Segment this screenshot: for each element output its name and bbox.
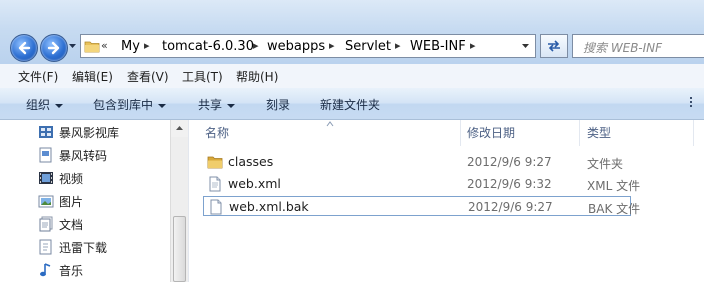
music-icon [40, 263, 51, 277]
breadcrumb-separator-icon[interactable]: ▸ [329, 39, 335, 52]
file-modified: 2012/9/6 9:27 [468, 200, 553, 214]
file-row-classes[interactable]: classes 2012/9/6 9:27 文件夹 [203, 152, 631, 172]
file-modified: 2012/9/6 9:32 [467, 177, 552, 191]
file-type: XML 文件 [587, 179, 641, 193]
arrow-right-icon [47, 41, 60, 55]
menu-edit[interactable]: 编辑(E) [72, 68, 113, 85]
menu-file[interactable]: 文件(F) [18, 68, 58, 85]
folder-icon [84, 41, 100, 53]
file-name: web.xml.bak [229, 199, 309, 214]
nav-item-label: 暴风转码 [59, 149, 108, 163]
breadcrumb-web-inf[interactable]: WEB-INF [410, 39, 466, 54]
nav-item-baofeng-library[interactable]: 暴风影视库 [38, 122, 178, 144]
refresh-button[interactable] [540, 34, 568, 58]
nav-item-label: 迅雷下载 [59, 241, 108, 255]
video-icon [39, 172, 53, 184]
column-divider[interactable] [693, 120, 694, 146]
column-divider[interactable] [579, 120, 580, 146]
file-list: 名称 修改日期 类型 classes 2012/9/6 9:27 文件夹 web… [195, 120, 704, 282]
file-row-web-xml-bak[interactable]: web.xml.bak 2012/9/6 9:27 BAK 文件 [203, 196, 640, 216]
chevron-down-icon [158, 103, 167, 108]
organize-button[interactable]: 组织 [26, 96, 64, 113]
nav-item-label: 视频 [59, 172, 84, 186]
nav-item-label: 图片 [59, 195, 84, 209]
forward-button[interactable] [40, 34, 68, 62]
chevron-down-icon [55, 103, 64, 108]
command-bar: 组织 包含到库中 共享 刻录 新建文件夹 [0, 88, 704, 120]
breadcrumb-separator-icon[interactable]: ▸ [144, 39, 150, 52]
menu-tools[interactable]: 工具(T) [182, 68, 223, 85]
pane-splitter[interactable] [188, 120, 195, 282]
breadcrumb-my[interactable]: My [121, 39, 140, 54]
burn-button[interactable]: 刻录 [266, 96, 290, 113]
column-header-modified[interactable]: 修改日期 [467, 124, 515, 141]
column-divider[interactable] [460, 120, 461, 146]
chevron-down-icon [227, 103, 236, 108]
nav-item-documents[interactable]: 文档 [38, 214, 178, 236]
file-name: classes [228, 154, 274, 169]
breadcrumb-separator-icon[interactable]: ▸ [470, 39, 476, 52]
breadcrumb-separator-icon[interactable]: ▸ [395, 39, 401, 52]
view-options-icon[interactable] [688, 96, 700, 108]
navigation-pane: 暴风影视库 暴风转码 视频 图片 文档 迅雷下载 音乐 [0, 120, 188, 282]
nav-item-label: 音乐 [59, 264, 84, 278]
refresh-icon [548, 40, 560, 52]
nav-item-label: 暴风影视库 [59, 126, 120, 140]
back-button[interactable] [10, 34, 38, 62]
nav-item-videos[interactable]: 视频 [38, 168, 178, 190]
document-icon [39, 147, 52, 163]
address-history-dropdown-icon[interactable] [521, 43, 530, 50]
breadcrumb-separator-icon[interactable]: ▸ [253, 39, 259, 52]
column-header-name[interactable]: 名称 [205, 124, 229, 141]
arrow-left-icon [18, 41, 31, 55]
breadcrumb-tomcat[interactable]: tomcat-6.0.30 [162, 39, 254, 54]
recent-pages-dropdown[interactable] [68, 42, 77, 50]
menu-help[interactable]: 帮助(H) [236, 68, 278, 85]
nav-item-label: 文档 [59, 218, 84, 232]
file-name: web.xml [228, 176, 281, 191]
file-type: BAK 文件 [588, 202, 641, 216]
scrollbar-thumb[interactable] [173, 216, 186, 282]
breadcrumb-webapps[interactable]: webapps [267, 39, 325, 54]
file-icon [210, 199, 222, 215]
folder-icon [207, 156, 223, 169]
scroll-up-button[interactable] [171, 120, 188, 137]
menu-bar: 文件(F) 编辑(E) 查看(V) 工具(T) 帮助(H) [0, 64, 704, 89]
chevron-up-icon [176, 126, 183, 130]
include-in-library-button[interactable]: 包含到库中 [93, 96, 167, 113]
search-input[interactable]: 搜索 WEB-INF [572, 34, 704, 58]
file-icon [209, 176, 221, 192]
file-row-web-xml[interactable]: web.xml 2012/9/6 9:32 XML 文件 [203, 174, 640, 194]
sort-ascending-icon [326, 121, 334, 127]
column-header-type[interactable]: 类型 [587, 124, 611, 141]
library-icon [39, 126, 53, 138]
address-bar[interactable]: « My ▸ tomcat-6.0.30 ▸ webapps ▸ Servlet… [80, 34, 536, 58]
picture-icon [38, 195, 54, 208]
file-type: 文件夹 [587, 157, 624, 171]
share-button[interactable]: 共享 [198, 96, 236, 113]
nav-pane-scrollbar[interactable] [170, 120, 188, 282]
breadcrumb-servlet[interactable]: Servlet [345, 39, 391, 54]
share-label: 共享 [198, 98, 223, 112]
nav-item-thunder-downloads[interactable]: 迅雷下载 [38, 237, 178, 259]
file-modified: 2012/9/6 9:27 [467, 155, 552, 169]
new-folder-button[interactable]: 新建文件夹 [320, 96, 380, 113]
documents-icon [39, 216, 53, 232]
nav-item-pictures[interactable]: 图片 [38, 191, 178, 213]
menu-view[interactable]: 查看(V) [127, 68, 169, 85]
breadcrumb-overflow[interactable]: « [101, 39, 108, 52]
download-icon [39, 239, 52, 255]
nav-item-baofeng-transcode[interactable]: 暴风转码 [38, 145, 178, 167]
organize-label: 组织 [26, 98, 51, 112]
include-in-library-label: 包含到库中 [93, 98, 154, 112]
search-placeholder: 搜索 WEB-INF [583, 41, 663, 55]
nav-item-music[interactable]: 音乐 [38, 260, 178, 282]
